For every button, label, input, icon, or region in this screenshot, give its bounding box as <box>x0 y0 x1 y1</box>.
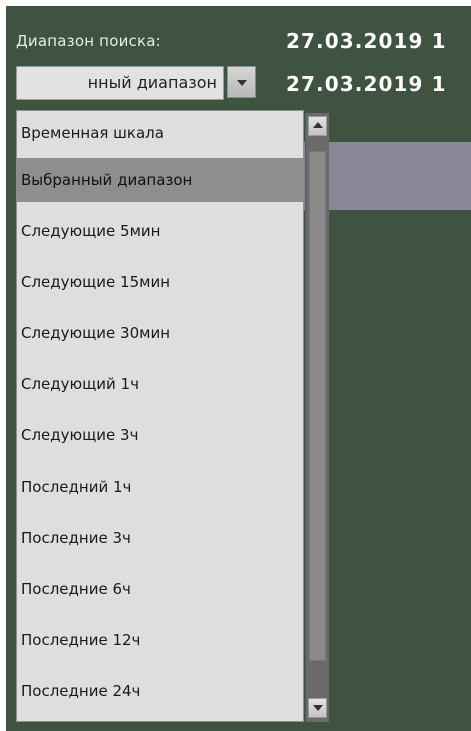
dropdown-option-next-5min[interactable]: Следующие 5мин <box>17 209 303 253</box>
dropdown-option-next-30min[interactable]: Следующие 30мин <box>17 311 303 355</box>
range-combo-field[interactable]: нный диапазон <box>16 66 224 100</box>
scroll-thumb[interactable] <box>309 151 326 661</box>
dropdown-option-timeline[interactable]: Временная шкала <box>17 111 303 155</box>
chevron-up-icon <box>313 122 323 128</box>
dropdown-scrollbar[interactable] <box>305 113 329 722</box>
search-panel: Диапазон поиска: 27.03.2019 1 27.03.2019… <box>6 6 471 731</box>
date-end[interactable]: 27.03.2019 1 <box>286 72 447 96</box>
dropdown-option-next-15min[interactable]: Следующие 15мин <box>17 260 303 304</box>
date-start[interactable]: 27.03.2019 1 <box>286 29 447 53</box>
dropdown-option-last-1h[interactable]: Последний 1ч <box>17 465 303 509</box>
dropdown-option-last-12h[interactable]: Последние 12ч <box>17 618 303 662</box>
dropdown-option-last-6h[interactable]: Последние 6ч <box>17 567 303 611</box>
dropdown-option-next-1h[interactable]: Следующий 1ч <box>17 362 303 406</box>
scroll-up-button[interactable] <box>308 116 327 136</box>
range-combo[interactable]: нный диапазон <box>16 66 256 100</box>
dropdown-option-last-24h[interactable]: Последние 24ч <box>17 669 303 713</box>
scroll-down-button[interactable] <box>308 698 327 718</box>
range-combo-value: нный диапазон <box>87 73 217 92</box>
range-combo-dropdown-button[interactable] <box>227 66 256 98</box>
dropdown-option-next-3h[interactable]: Следующие 3ч <box>17 413 303 457</box>
dropdown-option-last-3h[interactable]: Последние 3ч <box>17 516 303 560</box>
chevron-down-icon <box>237 80 247 86</box>
search-range-label: Диапазон поиска: <box>16 32 161 50</box>
range-dropdown-list: Временная шкала Выбранный диапазон Следу… <box>16 110 304 722</box>
dropdown-option-selected-range[interactable]: Выбранный диапазон <box>17 158 303 202</box>
chevron-down-icon <box>313 705 323 711</box>
